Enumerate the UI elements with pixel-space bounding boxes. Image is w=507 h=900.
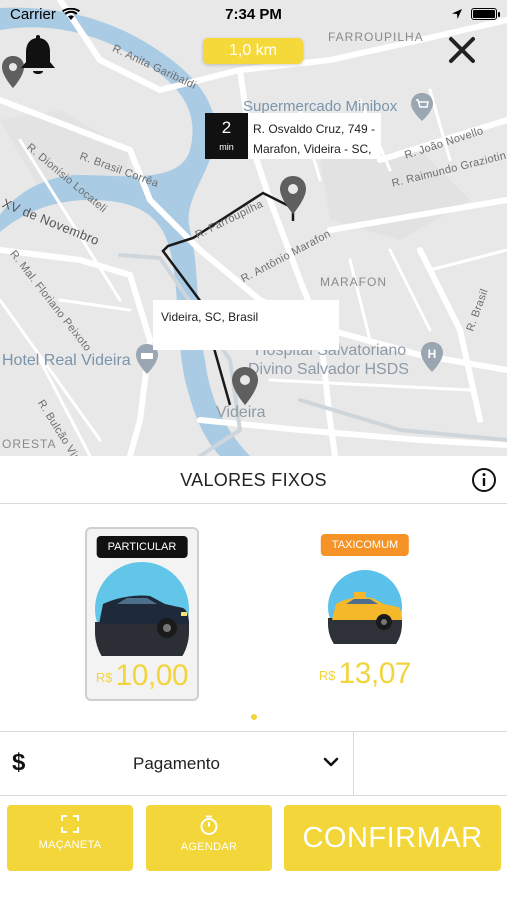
location-arrow-icon [452,9,462,19]
destination-address-label: Videira, SC, Brasil [153,300,339,350]
price-currency: R$ [318,668,336,683]
wifi-icon [61,7,80,20]
payment-label: Pagamento [133,754,220,773]
option-card-particular[interactable]: PARTICULAR R$ 10,00 [85,527,199,701]
option-price: R$ 10,00 [87,659,197,693]
city-label: Videira [216,404,266,421]
status-bar: Carrier 7:34 PM [0,0,507,28]
info-icon[interactable] [471,467,497,493]
vehicle-options: PARTICULAR R$ 10,00 TAXICOMUM R$ 13,07 [0,505,507,730]
option-card-taxicomum[interactable]: TAXICOMUM R$ 13,07 [308,527,422,701]
stopwatch-icon [200,815,218,835]
district-label: FARROUPILHA [328,30,424,44]
eta-badge: 2 min [205,113,248,159]
macaneta-button[interactable]: MAÇANETA [7,805,133,871]
map-view[interactable]: FARROUPILHA R. Anita Garibaldi Supermerc… [0,0,507,456]
battery-icon [471,8,500,20]
price-value: 13,07 [338,657,412,690]
section-header: VALORES FIXOS [0,456,507,504]
price-value: 10,00 [115,659,189,692]
destination-pin-icon[interactable] [231,366,259,406]
chevron-down-icon [323,757,339,767]
agendar-label: AGENDAR [180,841,238,853]
agendar-button[interactable]: AGENDAR [146,805,272,871]
confirm-label: CONFIRMAR [302,822,483,854]
option-badge: PARTICULAR [96,536,188,558]
section-title: VALORES FIXOS [180,470,327,490]
confirm-button[interactable]: CONFIRMAR [284,805,501,871]
option-badge: TAXICOMUM [320,534,410,556]
hospital-icon: H [421,342,443,372]
app-screen: FARROUPILHA R. Anita Garibaldi Supermerc… [0,0,507,900]
taxi-icon [328,570,402,644]
payment-select[interactable]: $ Pagamento [0,732,354,795]
origin-address-label: R. Osvaldo Cruz, 749 - Marafon, Videira … [248,113,381,159]
bell-icon[interactable] [18,34,58,78]
origin-pin-icon[interactable] [279,175,307,215]
poi-label-hospital: Divino Salvador HSDS [248,361,409,378]
page-indicator-dot [251,714,257,720]
payment-row: $ Pagamento [0,731,507,796]
carrier-label: Carrier [10,5,56,23]
close-icon[interactable] [446,34,478,66]
eta-value: 2 [221,118,232,137]
option-price: R$ 13,07 [308,657,422,691]
poi-label-hotel: Hotel Real Videira [2,352,131,369]
district-label: ORESTA [2,437,57,451]
action-bar: MAÇANETA AGENDAR CONFIRMAR [0,797,507,900]
svg-text:H: H [428,347,437,361]
car-dark-icon [95,562,189,656]
district-label: MARAFON [320,275,387,289]
price-currency: R$ [95,670,113,685]
eta-unit: min [219,142,234,152]
expand-icon [61,815,79,833]
macaneta-label: MAÇANETA [38,839,102,851]
shopping-cart-icon [411,93,433,121]
distance-pill: 1,0 km [203,38,303,64]
